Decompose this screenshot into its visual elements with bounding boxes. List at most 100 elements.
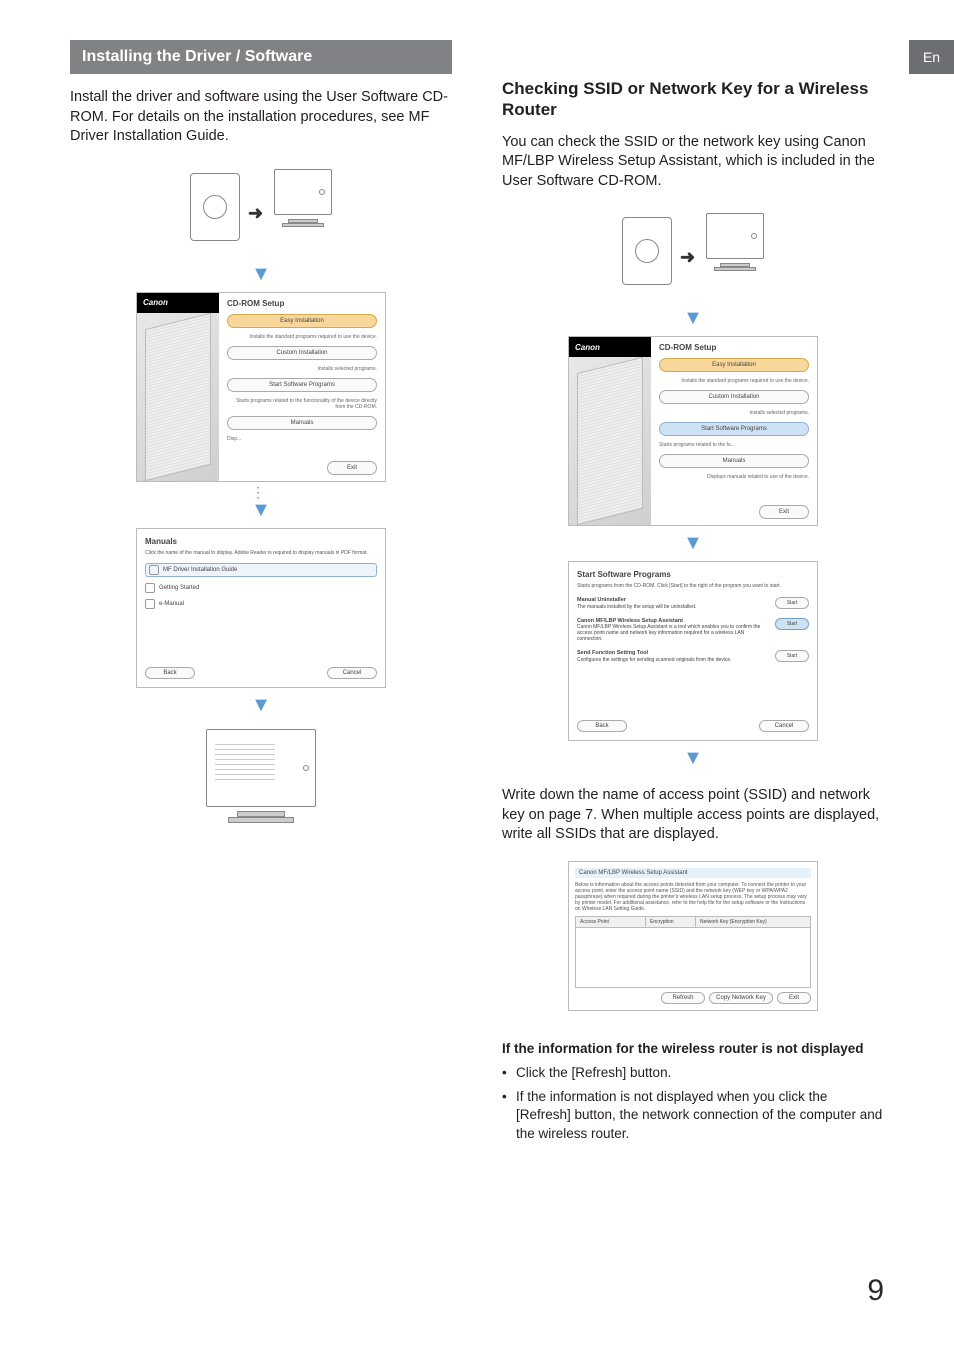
arrow-down-icon: ▼ — [683, 307, 703, 330]
manuals-button[interactable]: Manuals — [659, 454, 809, 468]
easy-install-button[interactable]: Easy Installation — [227, 314, 377, 328]
manual-item-getting-started[interactable]: Getting Started — [145, 583, 377, 593]
col-access-point: Access Point — [576, 917, 646, 927]
start-software-dialog: Start Software Programs Starts programs … — [568, 561, 818, 741]
not-displayed-heading: If the information for the wireless rout… — [502, 1041, 884, 1056]
manuals-dialog: Manuals Click the name of the manual to … — [136, 528, 386, 688]
exit-button[interactable]: Exit — [327, 461, 377, 475]
easy-install-button[interactable]: Easy Installation — [659, 358, 809, 372]
wireless-assistant-dialog: Canon MF/LBP Wireless Setup Assistant Be… — [568, 861, 818, 1011]
copy-network-key-button[interactable]: Copy Network Key — [709, 992, 773, 1004]
sw-row2-body: Canon MF/LBP Wireless Setup Assistant is… — [577, 624, 760, 642]
doc-icon — [145, 583, 155, 593]
manual-item-emanual[interactable]: e-Manual — [145, 599, 377, 609]
custom-install-button[interactable]: Custom Installation — [659, 390, 809, 404]
bullet-dot-icon: • — [502, 1064, 516, 1082]
tower-icon — [190, 173, 240, 241]
page-number: 9 — [867, 1274, 884, 1308]
assist-description: Below is information about the access po… — [575, 882, 811, 912]
start-software-button[interactable]: Start Software Programs — [227, 378, 377, 392]
computer-to-monitor-illustration: ➜ — [186, 163, 336, 253]
doc-icon — [145, 599, 155, 609]
easy-install-sub: Installs the standard programs required … — [659, 378, 809, 384]
arrow-down-icon: ▼ — [251, 263, 271, 286]
monitor-icon — [706, 213, 764, 273]
start-software-button-highlight[interactable]: Start Software Programs — [659, 422, 809, 436]
cdrom-setup-dialog-1: Canon CD-ROM Setup Easy Installation Ins… — [136, 292, 386, 482]
installing-intro: Install the driver and software using th… — [70, 88, 452, 147]
bullet-dot-icon: • — [502, 1088, 516, 1143]
sw-row1-title: Manual Uninstaller — [577, 597, 626, 603]
start-software-sub: Starts programs related to the fu... — [659, 442, 809, 448]
back-button[interactable]: Back — [577, 720, 627, 732]
assist-table-body — [576, 928, 810, 987]
back-button[interactable]: Back — [145, 667, 195, 679]
easy-install-sub: Installs the standard programs required … — [227, 334, 377, 340]
checking-ssid-intro: You can check the SSID or the network ke… — [502, 133, 884, 192]
manual-item-label: MF Driver Installation Guide — [163, 567, 237, 573]
monitor-icon — [274, 169, 332, 229]
sw-row-wireless-assistant: Canon MF/LBP Wireless Setup AssistantCan… — [577, 618, 809, 643]
sw-row2-title: Canon MF/LBP Wireless Setup Assistant — [577, 618, 683, 624]
cdrom-setup-dialog-2: Canon CD-ROM Setup Easy Installation Ins… — [568, 336, 818, 526]
writedown-text: Write down the name of access point (SSI… — [502, 786, 884, 845]
checking-ssid-heading: Checking SSID or Network Key for a Wirel… — [502, 78, 884, 121]
manuals-button[interactable]: Manuals — [227, 416, 377, 430]
installing-header-text: Installing the Driver / Software — [82, 48, 312, 65]
right-column: Checking SSID or Network Key for a Wirel… — [502, 40, 884, 1149]
start-button-3[interactable]: Start — [775, 650, 809, 662]
arrow-down-icon: ▼ — [683, 747, 703, 770]
arrow-down-dashed-icon: ▼ — [251, 488, 271, 523]
computer-to-monitor-illustration: ➜ — [618, 207, 768, 297]
manual-item-mf-driver[interactable]: MF Driver Installation Guide — [145, 563, 377, 577]
cdrom-side-image — [569, 357, 651, 525]
brand-logo: Canon — [569, 337, 651, 357]
brand-logo: Canon — [137, 293, 219, 313]
manuals-sub: Displays manuals related to use of the d… — [659, 474, 809, 480]
cdrom-setup-title: CD-ROM Setup — [659, 343, 809, 352]
exit-button[interactable]: Exit — [777, 992, 811, 1004]
installing-header: Installing the Driver / Software — [70, 40, 452, 74]
exit-button[interactable]: Exit — [759, 505, 809, 519]
sw-row3-title: Send Function Setting Tool — [577, 650, 648, 656]
assist-titlebar: Canon MF/LBP Wireless Setup Assistant — [575, 868, 811, 878]
assist-table: Access Point Encryption Network Key (Enc… — [575, 916, 811, 988]
start-software-sub: Starts programs related to the functiona… — [227, 398, 377, 410]
start-button-2-highlight[interactable]: Start — [775, 618, 809, 630]
col-network-key: Network Key (Encryption Key) — [696, 917, 810, 927]
cdrom-side-image — [137, 313, 219, 481]
assistant-stack: Canon MF/LBP Wireless Setup Assistant Be… — [502, 861, 884, 1011]
sw-row3-body: Configures the settings for sending scan… — [577, 657, 732, 663]
manuals-sub: Disp... — [227, 436, 377, 442]
cdrom-setup-title: CD-ROM Setup — [227, 299, 377, 308]
sw-row-send-function: Send Function Setting ToolConfigures the… — [577, 650, 809, 663]
arrow-right-icon: ➜ — [680, 247, 695, 268]
tower-icon — [622, 217, 672, 285]
custom-install-sub: Installs selected programs. — [227, 366, 377, 372]
bullet-2: •If the information is not displayed whe… — [502, 1088, 884, 1143]
cancel-button[interactable]: Cancel — [327, 667, 377, 679]
refresh-button[interactable]: Refresh — [661, 992, 705, 1004]
col-encryption: Encryption — [646, 917, 696, 927]
manual-item-label: Getting Started — [159, 585, 199, 591]
bullet-1: •Click the [Refresh] button. — [502, 1064, 884, 1082]
custom-install-button[interactable]: Custom Installation — [227, 346, 377, 360]
custom-install-sub: Installs selected programs. — [659, 410, 809, 416]
start-button-1[interactable]: Start — [775, 597, 809, 609]
bullet-2-text: If the information is not displayed when… — [516, 1088, 884, 1143]
right-image-stack: ➜ ▼ Canon CD-ROM Setup Easy Installation… — [502, 207, 884, 776]
left-image-stack: ➜ ▼ Canon CD-ROM Setup Easy Installation… — [70, 163, 452, 840]
cancel-button[interactable]: Cancel — [759, 720, 809, 732]
start-software-title: Start Software Programs — [577, 570, 809, 579]
left-column: Installing the Driver / Software Install… — [70, 40, 452, 1149]
assist-table-header: Access Point Encryption Network Key (Enc… — [576, 917, 810, 928]
sw-row1-body: The manuals installed by the setup will … — [577, 604, 696, 610]
arrow-down-icon: ▼ — [683, 532, 703, 555]
doc-icon — [149, 565, 159, 575]
manuals-dialog-sub: Click the name of the manual to display.… — [145, 550, 377, 556]
page-content: Installing the Driver / Software Install… — [0, 0, 954, 1149]
start-software-sub: Starts programs from the CD-ROM. Click [… — [577, 583, 809, 589]
language-tab-text: En — [923, 49, 940, 65]
manual-item-label: e-Manual — [159, 601, 184, 607]
bullet-1-text: Click the [Refresh] button. — [516, 1064, 671, 1082]
